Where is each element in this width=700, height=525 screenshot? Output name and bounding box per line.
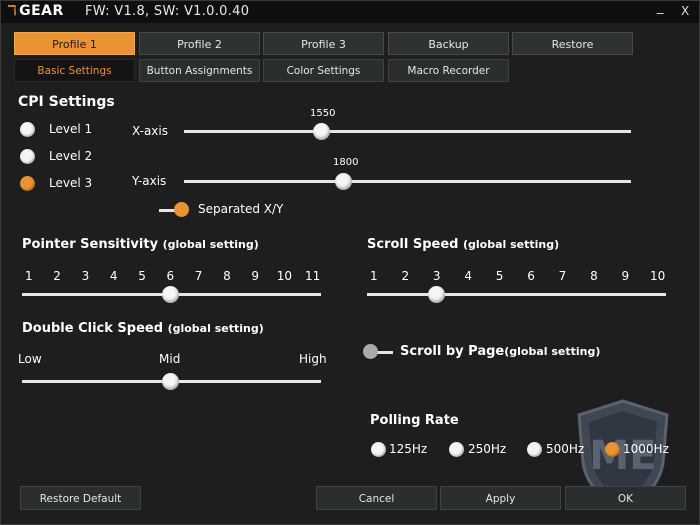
scroll-speed-tick-7: 7 bbox=[558, 269, 567, 283]
cpi-level-1-radio[interactable] bbox=[20, 122, 35, 137]
cpi-level-3-label: Level 3 bbox=[49, 176, 93, 190]
scroll-speed-title: Scroll Speed (global setting) bbox=[367, 237, 559, 252]
tab-profile-3[interactable]: Profile 3 bbox=[263, 32, 384, 55]
tab-profile-2[interactable]: Profile 2 bbox=[139, 32, 260, 55]
cpi-level-2-radio[interactable] bbox=[20, 149, 35, 164]
scroll-speed-tick-4: 4 bbox=[464, 269, 472, 283]
tab-restore[interactable]: Restore bbox=[512, 32, 633, 55]
pointer-sensitivity-tick-3: 3 bbox=[81, 269, 90, 283]
polling-500hz-radio[interactable] bbox=[527, 442, 542, 457]
polling-1000hz-label: 1000Hz bbox=[623, 442, 669, 456]
fnatic-logo-icon: ℸ bbox=[7, 3, 18, 19]
tab-backup[interactable]: Backup bbox=[388, 32, 509, 55]
cpi-settings-title: CPI Settings bbox=[18, 94, 115, 110]
pointer-sensitivity-tick-8: 8 bbox=[223, 269, 231, 283]
scroll-speed-slider-knob[interactable] bbox=[428, 286, 445, 303]
title-bar: ℸ GEAR FW: V1.8, SW: V1.0.0.40 _ X bbox=[1, 0, 699, 23]
scroll-speed-tick-8: 8 bbox=[590, 269, 598, 283]
ok-button[interactable]: OK bbox=[565, 486, 686, 510]
apply-button[interactable]: Apply bbox=[440, 486, 561, 510]
subtab-color-settings[interactable]: Color Settings bbox=[263, 59, 384, 82]
separated-xy-toggle[interactable] bbox=[174, 202, 189, 217]
pointer-sensitivity-title: Pointer Sensitivity (global setting) bbox=[22, 237, 259, 252]
scroll-speed-tick-9: 9 bbox=[621, 269, 630, 283]
double-click-high-label: High bbox=[299, 352, 327, 366]
scroll-speed-tick-3: 3 bbox=[432, 269, 441, 283]
cpi-level-2-label: Level 2 bbox=[49, 149, 93, 163]
pointer-sensitivity-tick-11: 11 bbox=[305, 269, 321, 283]
logo-text: GEAR bbox=[19, 3, 64, 19]
restore-default-button[interactable]: Restore Default bbox=[20, 486, 141, 510]
tab-profile-1[interactable]: Profile 1 bbox=[14, 32, 135, 55]
y-axis-value: 1800 bbox=[333, 157, 359, 168]
pointer-sensitivity-tick-6: 6 bbox=[166, 269, 175, 283]
cpi-level-3-radio[interactable] bbox=[20, 176, 35, 191]
double-click-speed-title: Double Click Speed (global setting) bbox=[22, 321, 264, 336]
scroll-speed-tick-10: 10 bbox=[650, 269, 666, 283]
fnatic-gear-logo: ℸ GEAR bbox=[7, 3, 64, 19]
polling-rate-title: Polling Rate bbox=[370, 413, 459, 428]
scroll-by-page-title: Scroll by Page(global setting) bbox=[400, 344, 600, 359]
scroll-speed-slider-track[interactable] bbox=[367, 293, 666, 296]
svg-text:ME: ME bbox=[589, 433, 656, 479]
x-axis-label: X-axis bbox=[132, 124, 168, 138]
scroll-speed-tick-6: 6 bbox=[527, 269, 535, 283]
pointer-sensitivity-tick-4: 4 bbox=[109, 269, 118, 283]
polling-1000hz-radio[interactable] bbox=[605, 442, 620, 457]
polling-250hz-label: 250Hz bbox=[468, 442, 507, 456]
y-axis-slider-track[interactable] bbox=[184, 180, 631, 183]
pointer-sensitivity-slider-knob[interactable] bbox=[162, 286, 179, 303]
pointer-sensitivity-tick-7: 7 bbox=[194, 269, 203, 283]
pointer-sensitivity-tick-9: 9 bbox=[251, 269, 260, 283]
y-axis-slider-knob[interactable] bbox=[335, 173, 352, 190]
pointer-sensitivity-tick-1: 1 bbox=[25, 269, 33, 283]
scroll-speed-global-note: (global setting) bbox=[463, 238, 560, 251]
polling-250hz-radio[interactable] bbox=[449, 442, 464, 457]
scroll-by-page-label: Scroll by Page bbox=[400, 344, 505, 359]
pointer-sensitivity-global-note: (global setting) bbox=[162, 238, 259, 251]
pointer-sensitivity-label: Pointer Sensitivity bbox=[22, 237, 159, 252]
double-click-slider-knob[interactable] bbox=[162, 373, 179, 390]
scroll-speed-label: Scroll Speed bbox=[367, 237, 459, 252]
scroll-speed-tick-2: 2 bbox=[401, 269, 410, 283]
scroll-by-page-global-note: (global setting) bbox=[504, 345, 601, 358]
polling-125hz-label: 125Hz bbox=[389, 442, 428, 456]
double-click-speed-global-note: (global setting) bbox=[167, 322, 264, 335]
x-axis-slider-track[interactable] bbox=[184, 130, 631, 133]
pointer-sensitivity-tick-2: 2 bbox=[53, 269, 61, 283]
close-button[interactable]: X bbox=[681, 4, 689, 18]
separated-xy-label: Separated X/Y bbox=[198, 202, 284, 216]
subtab-button-assignments[interactable]: Button Assignments bbox=[139, 59, 260, 82]
scroll-by-page-toggle[interactable] bbox=[363, 344, 378, 359]
x-axis-value: 1550 bbox=[310, 108, 336, 119]
double-click-low-label: Low bbox=[18, 352, 42, 366]
x-axis-slider-knob[interactable] bbox=[313, 123, 330, 140]
subtab-basic-settings[interactable]: Basic Settings bbox=[14, 59, 135, 82]
y-axis-label: Y-axis bbox=[132, 174, 167, 188]
cpi-level-1-label: Level 1 bbox=[49, 122, 93, 136]
double-click-mid-label: Mid bbox=[159, 352, 181, 366]
pointer-sensitivity-tick-10: 10 bbox=[276, 269, 292, 283]
polling-500hz-label: 500Hz bbox=[546, 442, 585, 456]
pointer-sensitivity-tick-5: 5 bbox=[138, 269, 146, 283]
cancel-button[interactable]: Cancel bbox=[316, 486, 437, 510]
minimize-button[interactable]: _ bbox=[657, 0, 664, 15]
version-info: FW: V1.8, SW: V1.0.0.40 bbox=[85, 4, 250, 19]
scroll-speed-tick-5: 5 bbox=[495, 269, 504, 283]
polling-125hz-radio[interactable] bbox=[371, 442, 386, 457]
double-click-speed-label: Double Click Speed bbox=[22, 321, 164, 336]
app-window: ℸ GEAR FW: V1.8, SW: V1.0.0.40 _ X Profil… bbox=[0, 0, 700, 525]
scroll-speed-tick-1: 1 bbox=[370, 269, 378, 283]
subtab-macro-recorder[interactable]: Macro Recorder bbox=[388, 59, 509, 82]
